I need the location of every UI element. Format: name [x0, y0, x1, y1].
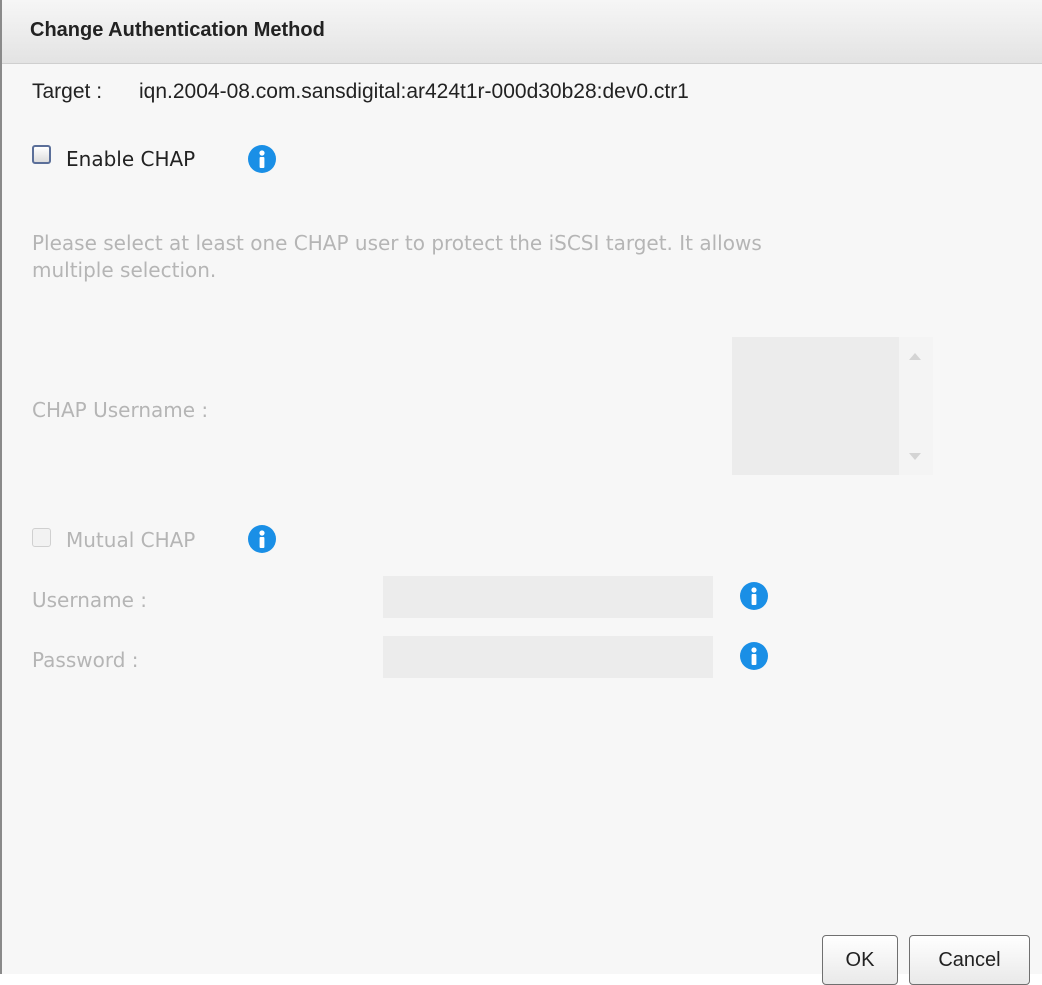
scroll-up-arrow-icon[interactable] — [909, 353, 921, 360]
enable-chap-label[interactable]: Enable CHAP — [66, 147, 195, 171]
cancel-button[interactable]: Cancel — [909, 935, 1030, 985]
info-icon[interactable] — [248, 145, 276, 173]
mutual-chap-label[interactable]: Mutual CHAP — [66, 528, 195, 552]
info-icon[interactable] — [740, 582, 768, 610]
password-field[interactable] — [383, 636, 713, 678]
ok-button[interactable]: OK — [822, 935, 898, 985]
username-label: Username : — [32, 588, 148, 612]
chap-help-text: Please select at least one CHAP user to … — [32, 231, 762, 282]
password-label: Password : — [32, 648, 139, 672]
info-icon[interactable] — [740, 642, 768, 670]
enable-chap-checkbox[interactable] — [32, 145, 51, 164]
chap-username-label: CHAP Username : — [32, 398, 209, 422]
username-field[interactable] — [383, 576, 713, 618]
chap-username-listbox[interactable] — [732, 337, 899, 475]
dialog-titlebar: Change Authentication Method — [2, 0, 1042, 64]
mutual-chap-checkbox[interactable] — [32, 528, 51, 547]
change-auth-dialog: Change Authentication Method Target : iq… — [0, 0, 1042, 985]
target-label: Target : — [32, 80, 103, 103]
dialog-title: Change Authentication Method — [30, 19, 325, 41]
info-icon[interactable] — [248, 525, 276, 553]
target-value: iqn.2004-08.com.sansdigital:ar424t1r-000… — [139, 80, 689, 103]
scroll-down-arrow-icon[interactable] — [909, 453, 921, 460]
chap-username-scrollbar[interactable] — [899, 337, 933, 475]
